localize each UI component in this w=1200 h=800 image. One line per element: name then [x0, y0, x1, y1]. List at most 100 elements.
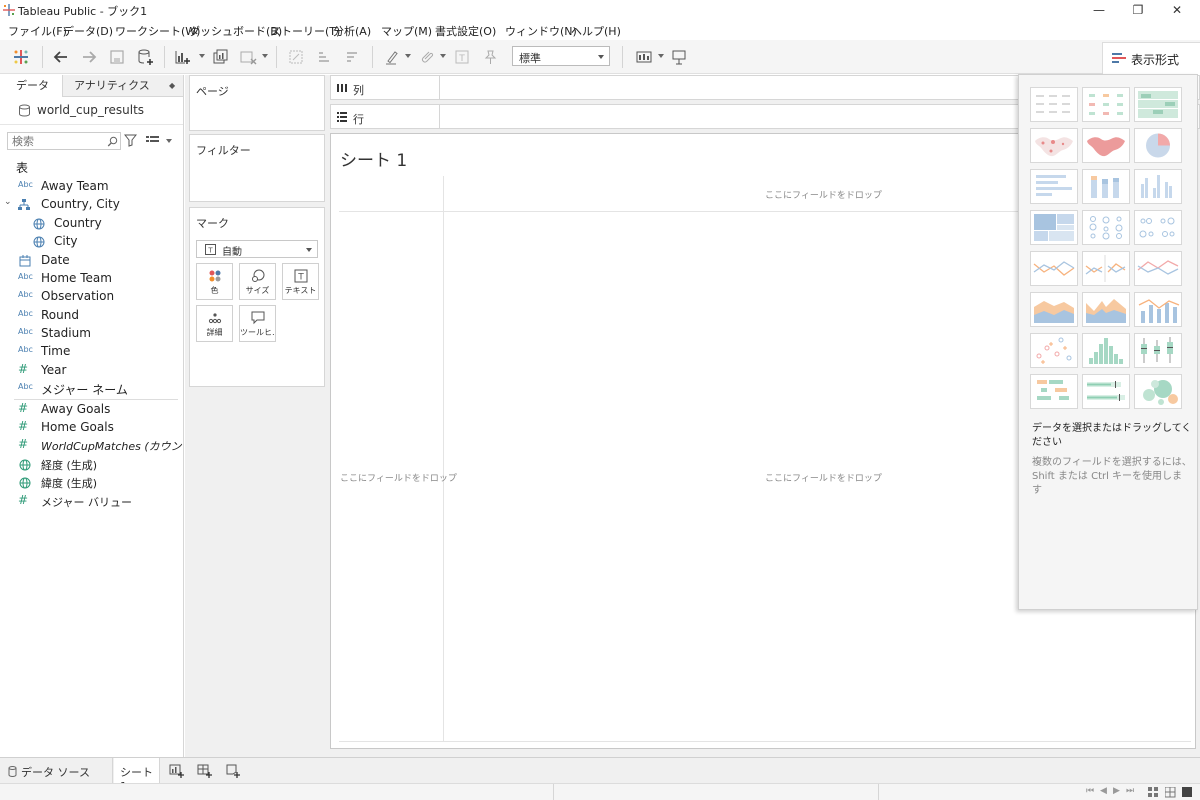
field-away-team[interactable]: Abc Away Team [0, 178, 183, 196]
mark-type-dropdown[interactable]: T 自動 [196, 240, 318, 258]
tab-data[interactable]: データ [0, 75, 63, 97]
text-button[interactable]: T テキスト [282, 263, 319, 300]
menu-analysis[interactable]: 分析(A) [333, 23, 371, 39]
restore-button[interactable]: ❐ [1121, 0, 1155, 20]
chart-packed-bubbles[interactable] [1134, 374, 1182, 409]
sheet-sorter-icon[interactable] [1148, 787, 1159, 798]
highlight-icon[interactable] [382, 47, 402, 67]
chart-horizontal-bars[interactable] [1030, 169, 1078, 204]
view-options-dropdown-icon[interactable] [166, 139, 172, 143]
chart-filled-map[interactable] [1082, 128, 1130, 163]
chevron-down-icon[interactable]: ⌄ [4, 197, 12, 207]
new-worksheet-dropdown-icon[interactable] [199, 54, 205, 58]
new-worksheet-icon[interactable] [169, 763, 184, 778]
field-country-city[interactable]: ⌄ Country, City [0, 196, 183, 214]
field-measure-values[interactable]: # メジャー バリュー [0, 493, 183, 511]
field-time[interactable]: Abc Time [0, 343, 183, 361]
swap-rows-columns-icon[interactable] [286, 47, 306, 67]
field-home-team[interactable]: Abc Home Team [0, 270, 183, 288]
menu-worksheet[interactable]: ワークシート(W) [115, 23, 200, 39]
datasource-item[interactable]: world_cup_results [0, 97, 183, 125]
menu-dashboard[interactable]: ダッシュボード(B) [189, 23, 282, 39]
pages-shelf[interactable]: ページ [189, 75, 325, 131]
presentation-mode-icon[interactable] [669, 47, 689, 67]
center-drop-zone[interactable]: ここにフィールドをドロップ [765, 471, 882, 484]
chart-stacked-bars[interactable] [1082, 169, 1130, 204]
menu-story[interactable]: ストーリー(T) [270, 23, 340, 39]
size-button[interactable]: サイズ [239, 263, 276, 300]
chart-dual-combination[interactable] [1134, 292, 1182, 327]
chart-side-by-side-circles[interactable] [1134, 210, 1182, 245]
row-drop-zone[interactable]: ここにフィールドをドロップ [340, 471, 457, 484]
fit-dropdown[interactable]: 標準 [512, 46, 610, 66]
field-longitude-generated[interactable]: 経度 (生成) [0, 456, 183, 474]
datasource-tab[interactable]: データ ソース [0, 758, 113, 783]
new-worksheet-icon[interactable] [172, 47, 192, 67]
chart-symbol-map[interactable] [1030, 128, 1078, 163]
filters-shelf[interactable]: フィルター [189, 134, 325, 202]
first-sheet-icon[interactable]: ⏮ [1086, 786, 1094, 796]
undo-icon[interactable] [51, 47, 71, 67]
chart-heat-map[interactable] [1082, 87, 1130, 122]
field-observation[interactable]: Abc Observation [0, 288, 183, 306]
chart-bullet-graph[interactable] [1082, 374, 1130, 409]
menu-file[interactable]: ファイル(F) [8, 23, 67, 39]
field-round[interactable]: Abc Round [0, 307, 183, 325]
save-icon[interactable] [107, 47, 127, 67]
chart-treemap[interactable] [1030, 210, 1078, 245]
fix-axes-pin-icon[interactable] [480, 47, 500, 67]
color-button[interactable]: 色 [196, 263, 233, 300]
filmstrip-icon[interactable] [1165, 787, 1176, 798]
search-box[interactable] [7, 132, 121, 150]
filter-icon[interactable] [124, 134, 137, 147]
close-button[interactable]: ✕ [1160, 0, 1194, 20]
sheet-title[interactable]: シート 1 [340, 146, 407, 171]
tableau-start-icon[interactable] [11, 47, 31, 67]
show-mark-labels-icon[interactable]: T [452, 47, 472, 67]
next-sheet-icon[interactable]: ▶ [1113, 786, 1120, 796]
tabs-view-icon[interactable] [1182, 787, 1193, 798]
menu-map[interactable]: マップ(M) [381, 23, 432, 39]
search-input[interactable] [12, 134, 102, 148]
field-home-goals[interactable]: # Home Goals [0, 419, 183, 437]
prev-sheet-icon[interactable]: ◀ [1100, 786, 1107, 796]
chart-circle-views[interactable] [1082, 210, 1130, 245]
menu-window[interactable]: ウィンドウ(N) [505, 23, 577, 39]
minimize-button[interactable]: — [1082, 0, 1116, 20]
chart-continuous-lines[interactable] [1030, 251, 1078, 286]
redo-icon[interactable] [79, 47, 99, 67]
field-worldcupmatches-count[interactable]: # WorldCupMatches (カウント) [0, 437, 197, 455]
field-latitude-generated[interactable]: 緯度 (生成) [0, 474, 183, 492]
menu-help[interactable]: ヘルプ(H) [571, 23, 621, 39]
group-members-icon[interactable] [417, 47, 437, 67]
menu-format[interactable]: 書式設定(O) [435, 23, 496, 39]
field-year[interactable]: # Year [0, 362, 183, 380]
chart-gantt[interactable] [1030, 374, 1078, 409]
chart-box-whisker[interactable] [1134, 333, 1182, 368]
chart-side-by-side-bars[interactable] [1134, 169, 1182, 204]
new-dashboard-icon[interactable] [197, 763, 212, 778]
chart-highlight-table[interactable] [1134, 87, 1182, 122]
field-date[interactable]: Date [0, 252, 183, 270]
duplicate-sheet-icon[interactable] [210, 47, 230, 67]
column-drop-zone[interactable]: ここにフィールドをドロップ [765, 188, 882, 201]
menu-data[interactable]: データ(D) [63, 23, 113, 39]
group-members-dropdown-icon[interactable] [440, 54, 446, 58]
clear-sheet-icon[interactable] [238, 47, 258, 67]
field-city[interactable]: City [0, 233, 183, 251]
chart-area-continuous[interactable] [1030, 292, 1078, 327]
show-cards-icon[interactable] [634, 47, 654, 67]
sort-descending-icon[interactable] [342, 47, 362, 67]
chart-dual-lines[interactable] [1134, 251, 1182, 286]
field-measure-names[interactable]: Abc メジャー ネーム [0, 380, 183, 398]
tooltip-button[interactable]: ツールヒ… [239, 305, 276, 342]
chart-area-discrete[interactable] [1082, 292, 1130, 327]
detail-button[interactable]: 詳細 [196, 305, 233, 342]
clear-sheet-dropdown-icon[interactable] [262, 54, 268, 58]
view-options-icon[interactable] [146, 135, 159, 146]
highlight-dropdown-icon[interactable] [405, 54, 411, 58]
sheet-tab-active[interactable]: シート 1 [114, 758, 160, 793]
chart-histogram[interactable] [1082, 333, 1130, 368]
sort-ascending-icon[interactable] [314, 47, 334, 67]
last-sheet-icon[interactable]: ⏭ [1126, 786, 1134, 796]
